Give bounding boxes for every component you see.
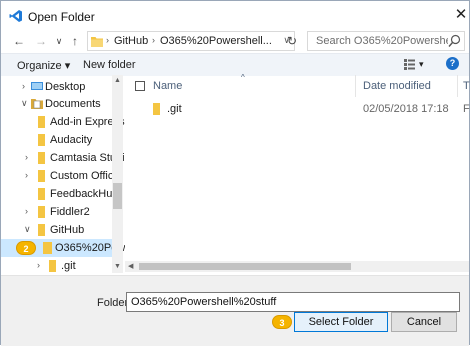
chevron-right-icon[interactable]: ›	[25, 152, 28, 162]
callout-badge-2: 2	[16, 241, 36, 255]
view-options-icon[interactable]	[404, 58, 415, 70]
column-header-type[interactable]: T	[463, 80, 470, 92]
navigation-pane: › Desktop ∨ Documents Add-in Express Aud…	[1, 75, 125, 275]
close-icon[interactable]: ✕	[453, 7, 469, 23]
folder-icon	[38, 116, 45, 128]
breadcrumb-github[interactable]: GitHub	[114, 35, 148, 47]
command-toolbar: Organize ▾ New folder ▾ ?	[1, 53, 469, 76]
tree-item-label: GitHub	[50, 224, 85, 236]
forward-arrow-icon[interactable]: →	[33, 33, 49, 49]
callout-badge-3: 3	[272, 315, 292, 329]
tree-item-label: Desktop	[45, 81, 86, 93]
tree-item-label: Documents	[45, 98, 101, 110]
help-icon[interactable]: ?	[446, 57, 459, 70]
organize-menu[interactable]: Organize ▾	[17, 59, 70, 72]
search-icon	[448, 34, 461, 47]
refresh-icon[interactable]: ↻	[287, 34, 297, 48]
tree-item-label: Fiddler2	[50, 206, 90, 218]
chevron-down-icon[interactable]: ∨	[24, 224, 31, 235]
tree-item-git[interactable]: › .git	[1, 257, 112, 275]
folder-icon	[153, 103, 160, 115]
file-name: .git	[167, 103, 182, 115]
tree-item-custom-office[interactable]: › Custom Office	[1, 167, 120, 185]
file-list: Name ^ Date modified T .git 02/05/2018 1…	[125, 73, 470, 275]
chevron-right-icon[interactable]: ›	[22, 81, 25, 91]
column-divider[interactable]	[355, 75, 356, 97]
cancel-button[interactable]: Cancel	[391, 312, 457, 332]
search-box[interactable]: Search O365%20Powershell%2...	[307, 31, 465, 51]
column-divider[interactable]	[457, 75, 458, 97]
file-date-modified: 02/05/2018 17:18	[363, 103, 449, 115]
scroll-left-icon[interactable]: ◀	[128, 262, 133, 270]
chevron-right-icon[interactable]: ›	[37, 260, 40, 270]
folder-name-input[interactable]	[126, 292, 460, 312]
back-arrow-icon[interactable]: ←	[11, 33, 27, 49]
sort-indicator-icon: ^	[241, 73, 245, 82]
desktop-icon	[31, 82, 43, 90]
title-bar: Open Folder ✕	[1, 1, 469, 31]
folder-icon	[91, 37, 103, 47]
folder-icon	[38, 170, 45, 182]
scroll-up-icon[interactable]: ▲	[114, 77, 121, 84]
tree-item-label: FeedbackHub	[50, 188, 119, 200]
folder-icon	[38, 134, 45, 146]
scroll-down-icon[interactable]: ▼	[114, 263, 121, 270]
view-dropdown-icon[interactable]: ▾	[419, 59, 424, 70]
tree-item-desktop[interactable]: › Desktop	[1, 78, 112, 96]
window-title: Open Folder	[28, 10, 95, 24]
tree-item-label: Custom Office	[50, 170, 120, 182]
folder-icon	[43, 242, 52, 254]
tree-item-o365-powershell[interactable]: 2 O365%20Powe	[1, 239, 125, 257]
navigation-pane-scrollbar[interactable]: ▲	[112, 75, 123, 273]
select-folder-button[interactable]: Select Folder	[294, 312, 388, 332]
open-folder-dialog: Open Folder ✕ ← → ∨ ↑ › GitHub › O365%20…	[0, 0, 470, 346]
chevron-right-icon[interactable]: ›	[25, 170, 28, 180]
folder-icon	[38, 152, 45, 164]
chevron-right-icon[interactable]: ›	[25, 206, 28, 216]
tree-item-camtasia-studio[interactable]: › Camtasia Studio	[1, 149, 125, 167]
tree-item-label: Audacity	[50, 134, 93, 146]
scrollbar-thumb[interactable]	[113, 183, 122, 209]
file-type: F	[463, 103, 470, 115]
tree-item-documents[interactable]: ∨ Documents	[1, 95, 112, 113]
chevron-down-icon[interactable]: ∨	[21, 98, 28, 109]
select-all-checkbox[interactable]	[135, 81, 145, 91]
folder-icon	[49, 260, 56, 272]
recent-locations-icon[interactable]: ∨	[51, 33, 67, 49]
tree-item-audacity[interactable]: Audacity	[1, 131, 112, 149]
column-header-date-modified[interactable]: Date modified	[363, 80, 431, 92]
search-placeholder: Search O365%20Powershell%2...	[316, 35, 448, 47]
tree-item-label: .git	[61, 260, 76, 272]
breadcrumb-current-folder[interactable]: O365%20Powershell...	[160, 35, 272, 47]
folder-icon	[38, 206, 45, 218]
tree-item-add-in-express[interactable]: Add-in Express	[1, 113, 125, 131]
file-list-horizontal-scrollbar[interactable]: ◀	[125, 261, 469, 272]
navigation-bar: ← → ∨ ↑ › GitHub › O365%20Powershell... …	[1, 31, 469, 53]
folder-icon	[38, 188, 45, 200]
documents-icon	[31, 99, 43, 109]
dialog-footer: Folder: 3 Select Folder Cancel	[1, 276, 469, 346]
tree-item-github[interactable]: ∨ GitHub	[1, 221, 112, 239]
up-arrow-icon[interactable]: ↑	[67, 33, 83, 49]
tree-item-fiddler2[interactable]: › Fiddler2	[1, 203, 112, 221]
address-bar[interactable]: › GitHub › O365%20Powershell... ∨	[87, 31, 295, 51]
scrollbar-thumb[interactable]	[139, 263, 351, 270]
tree-item-feedbackhub[interactable]: FeedbackHub	[1, 185, 119, 203]
breadcrumb-separator-icon: ›	[152, 35, 155, 45]
column-header-name[interactable]: Name	[153, 80, 182, 92]
folder-icon	[38, 224, 45, 236]
vscode-icon	[9, 10, 22, 22]
breadcrumb-separator-icon: ›	[106, 35, 109, 45]
new-folder-button[interactable]: New folder	[83, 59, 136, 71]
